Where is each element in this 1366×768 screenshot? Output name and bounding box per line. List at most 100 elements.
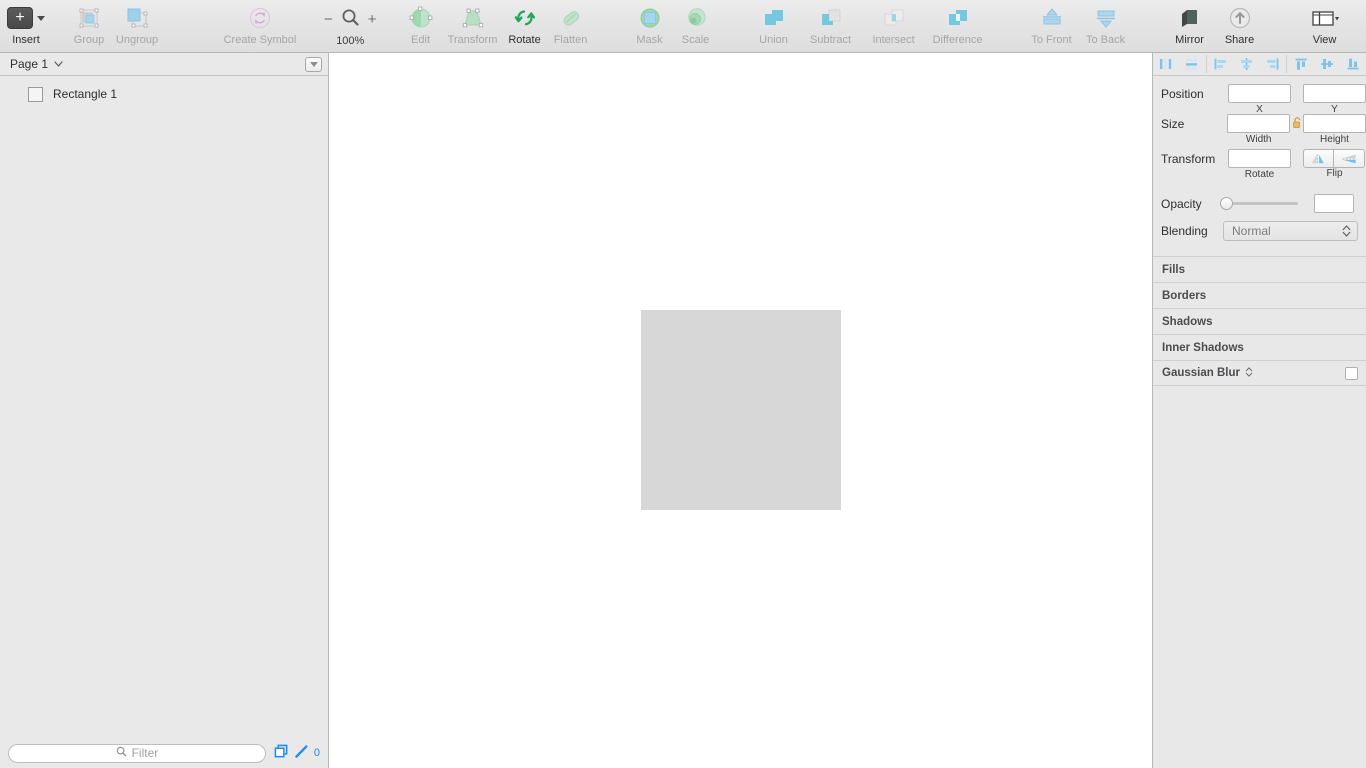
opacity-slider[interactable] bbox=[1220, 197, 1298, 210]
create-symbol-button[interactable]: Create Symbol bbox=[206, 0, 314, 52]
section-inner-shadows[interactable]: Inner Shadows bbox=[1153, 334, 1366, 360]
subtract-label: Subtract bbox=[810, 34, 852, 46]
flatten-icon bbox=[559, 6, 583, 30]
section-shadows-title: Shadows bbox=[1162, 315, 1213, 328]
ungroup-icon bbox=[124, 6, 150, 30]
mask-icon bbox=[638, 6, 662, 30]
position-y-input[interactable] bbox=[1303, 84, 1366, 103]
gaussian-blur-checkbox[interactable] bbox=[1345, 366, 1358, 380]
rotate-icon bbox=[513, 6, 537, 30]
section-borders[interactable]: Borders bbox=[1153, 282, 1366, 308]
mirror-icon bbox=[1178, 6, 1202, 30]
intersect-button[interactable]: Intersect bbox=[863, 0, 925, 52]
position-x-input[interactable] bbox=[1228, 84, 1291, 103]
insert-label: Insert bbox=[12, 34, 40, 46]
edit-path-icon bbox=[409, 6, 433, 30]
to-back-button[interactable]: To Back bbox=[1079, 0, 1133, 52]
view-icon bbox=[1310, 6, 1340, 30]
size-width-input[interactable] bbox=[1227, 114, 1291, 133]
section-gaussian-blur-title: Gaussian Blur bbox=[1162, 367, 1240, 379]
position-row: Position X Y bbox=[1153, 76, 1366, 115]
transform-flip-sublabel: Flip bbox=[1326, 168, 1343, 179]
flip-horizontal-icon[interactable] bbox=[1303, 149, 1334, 168]
slider-knob[interactable] bbox=[1220, 197, 1233, 210]
align-middle-v-icon[interactable] bbox=[1314, 53, 1340, 75]
create-symbol-label: Create Symbol bbox=[223, 34, 297, 46]
size-width-sublabel: Width bbox=[1245, 134, 1272, 145]
toolbar-group-insert: + Insert bbox=[0, 0, 52, 52]
rotate-label: Rotate bbox=[508, 34, 541, 46]
mirror-label: Mirror bbox=[1175, 34, 1204, 46]
ungroup-button[interactable]: Ungroup bbox=[112, 0, 162, 52]
duplicate-icon[interactable] bbox=[274, 744, 289, 762]
blending-value: Normal bbox=[1232, 223, 1271, 238]
alignment-toolbar bbox=[1153, 53, 1366, 76]
difference-icon bbox=[946, 6, 970, 30]
view-button[interactable]: View bbox=[1297, 0, 1353, 52]
difference-label: Difference bbox=[932, 34, 983, 46]
zoom-level-label: 100% bbox=[336, 35, 365, 47]
to-front-button[interactable]: To Front bbox=[1025, 0, 1079, 52]
distribute-h-icon[interactable] bbox=[1153, 53, 1179, 75]
section-fills[interactable]: Fills bbox=[1153, 256, 1366, 282]
unlocked-icon[interactable] bbox=[1290, 110, 1304, 129]
insert-button[interactable]: + Insert bbox=[0, 0, 52, 52]
page-bar: Page 1 bbox=[0, 53, 328, 76]
rotate-button[interactable]: Rotate bbox=[503, 0, 547, 52]
align-center-h-icon[interactable] bbox=[1234, 53, 1260, 75]
scale-icon bbox=[684, 6, 708, 30]
subtract-button[interactable]: Subtract bbox=[799, 0, 863, 52]
size-height-input[interactable] bbox=[1303, 114, 1366, 133]
blending-label: Blending bbox=[1161, 223, 1208, 238]
share-icon bbox=[1228, 6, 1252, 30]
stepper-icon bbox=[1342, 224, 1351, 238]
difference-button[interactable]: Difference bbox=[925, 0, 991, 52]
section-shadows[interactable]: Shadows bbox=[1153, 308, 1366, 334]
opacity-label: Opacity bbox=[1161, 196, 1202, 211]
zoom-in-button[interactable]: + bbox=[368, 12, 377, 27]
page-options-button[interactable] bbox=[305, 56, 322, 72]
section-gaussian-blur[interactable]: Gaussian Blur bbox=[1153, 360, 1366, 386]
to-back-label: To Back bbox=[1085, 34, 1126, 46]
zoom-out-button[interactable]: − bbox=[324, 12, 333, 27]
group-button[interactable]: Group bbox=[66, 0, 112, 52]
align-right-icon[interactable] bbox=[1260, 53, 1286, 75]
list-item[interactable]: Rectangle 1 bbox=[0, 83, 328, 105]
mirror-button[interactable]: Mirror bbox=[1165, 0, 1215, 52]
flatten-button[interactable]: Flatten bbox=[547, 0, 595, 52]
toolbar-group-boolean: Union Subtract Intersect Difference bbox=[749, 0, 991, 52]
canvas-rectangle-shape[interactable] bbox=[641, 310, 841, 510]
opacity-input[interactable] bbox=[1314, 194, 1354, 213]
share-button[interactable]: Share bbox=[1215, 0, 1265, 52]
flip-vertical-icon[interactable] bbox=[1334, 149, 1365, 168]
intersect-icon bbox=[882, 6, 906, 30]
edit-label: Edit bbox=[411, 34, 431, 46]
align-top-icon[interactable] bbox=[1288, 53, 1314, 75]
page-name-label: Page 1 bbox=[10, 57, 49, 71]
scale-button[interactable]: Scale bbox=[673, 0, 719, 52]
magnifier-icon[interactable] bbox=[341, 8, 360, 30]
toolbar-group-arrange: Group Ungroup Create Symbol bbox=[66, 0, 314, 52]
align-bottom-icon[interactable] bbox=[1340, 53, 1366, 75]
sketch-app-window: + Insert Group Ungroup Create Symbol − +… bbox=[0, 0, 1366, 768]
page-selector[interactable]: Page 1 bbox=[10, 57, 63, 71]
union-button[interactable]: Union bbox=[749, 0, 799, 52]
canvas-area[interactable] bbox=[330, 53, 1152, 768]
to-back-icon bbox=[1094, 6, 1118, 30]
share-label: Share bbox=[1224, 34, 1255, 46]
triangle-down-icon bbox=[309, 61, 318, 67]
size-height-sublabel: Height bbox=[1320, 134, 1349, 145]
pen-icon[interactable] bbox=[294, 744, 309, 762]
search-input[interactable]: Filter bbox=[8, 743, 266, 763]
transform-rotate-input[interactable] bbox=[1228, 149, 1291, 168]
transform-button[interactable]: Transform bbox=[443, 0, 503, 52]
distribute-v-icon[interactable] bbox=[1179, 53, 1205, 75]
blending-select[interactable]: Normal bbox=[1223, 220, 1358, 241]
mask-button[interactable]: Mask bbox=[627, 0, 673, 52]
mask-label: Mask bbox=[636, 34, 663, 46]
align-left-icon[interactable] bbox=[1208, 53, 1234, 75]
edit-button[interactable]: Edit bbox=[399, 0, 443, 52]
blur-type-stepper-icon[interactable] bbox=[1245, 366, 1253, 381]
transform-label: Transform bbox=[447, 34, 498, 46]
chevron-down-icon bbox=[37, 15, 45, 21]
